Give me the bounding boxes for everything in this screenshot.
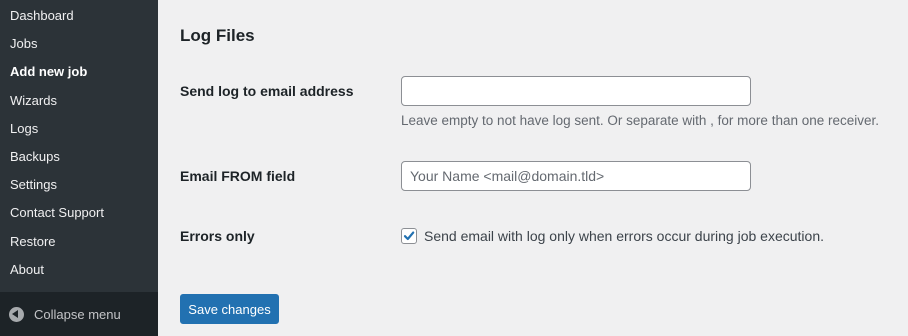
send-log-email-input[interactable] bbox=[401, 76, 751, 106]
send-log-description: Leave empty to not have log sent. Or sep… bbox=[401, 113, 880, 128]
errors-only-checkbox-label[interactable]: Send email with log only when errors occ… bbox=[424, 228, 824, 244]
save-changes-button[interactable]: Save changes bbox=[180, 294, 279, 324]
collapse-arrow-icon bbox=[9, 306, 24, 322]
sidebar-item-wizards[interactable]: Wizards bbox=[0, 87, 158, 115]
send-log-label: Send log to email address bbox=[180, 83, 354, 99]
email-from-input[interactable] bbox=[401, 161, 751, 191]
section-title: Log Files bbox=[180, 26, 255, 45]
collapse-menu-button[interactable]: Collapse menu bbox=[0, 292, 158, 336]
errors-only-label: Errors only bbox=[180, 228, 255, 244]
sidebar-item-jobs[interactable]: Jobs bbox=[0, 30, 158, 58]
sidebar-item-settings[interactable]: Settings bbox=[0, 171, 158, 199]
sidebar-item-restore[interactable]: Restore bbox=[0, 228, 158, 256]
errors-only-checkbox[interactable] bbox=[401, 228, 417, 244]
sidebar-item-logs[interactable]: Logs bbox=[0, 115, 158, 143]
plugin-submenu: Dashboard Jobs Add new job Wizards Logs … bbox=[0, 0, 158, 284]
sidebar-item-add-new-job[interactable]: Add new job bbox=[0, 58, 158, 86]
sidebar-item-dashboard[interactable]: Dashboard bbox=[0, 2, 158, 30]
collapse-menu-label: Collapse menu bbox=[34, 306, 121, 322]
sidebar-item-about[interactable]: About bbox=[0, 256, 158, 284]
checkmark-icon bbox=[403, 231, 415, 241]
sidebar-item-backups[interactable]: Backups bbox=[0, 143, 158, 171]
email-from-label: Email FROM field bbox=[180, 168, 296, 184]
admin-sidebar: Dashboard Jobs Add new job Wizards Logs … bbox=[0, 0, 158, 336]
sidebar-item-contact-support[interactable]: Contact Support bbox=[0, 199, 158, 227]
